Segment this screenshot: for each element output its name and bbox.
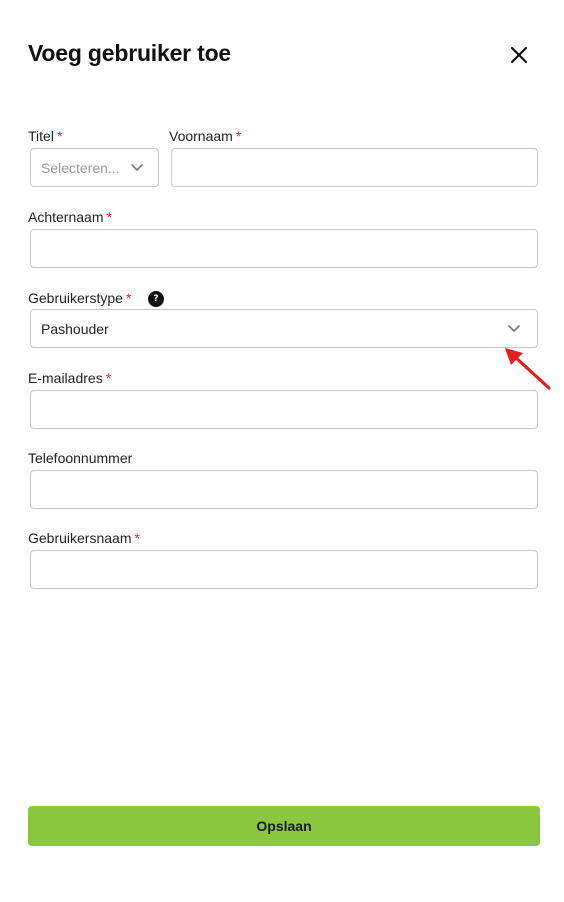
question-icon[interactable]: ? (148, 291, 164, 307)
gebruikerstype-label: Gebruikerstype * (28, 290, 131, 306)
voornaam-field-wrapper (171, 148, 538, 187)
emailadres-input[interactable] (31, 391, 537, 428)
emailadres-label-text: E-mailadres (28, 370, 103, 386)
gebruikersnaam-label-text: Gebruikersnaam (28, 530, 132, 546)
gebruikersnaam-field-wrapper (30, 550, 538, 589)
telefoonnummer-field-wrapper (30, 470, 538, 509)
gebruikerstype-select[interactable]: Pashouder (30, 309, 538, 348)
telefoonnummer-label: Telefoonnummer (28, 450, 132, 466)
chevron-down-icon (130, 162, 144, 174)
save-button[interactable]: Opslaan (28, 806, 540, 846)
gebruikerstype-select-value: Pashouder (41, 321, 109, 337)
close-icon (510, 46, 528, 64)
voornaam-label-text: Voornaam (169, 128, 233, 144)
titel-select[interactable]: Selecteren... (30, 148, 159, 187)
telefoonnummer-input[interactable] (31, 471, 537, 508)
required-marker: * (106, 209, 112, 225)
achternaam-label-text: Achternaam (28, 209, 104, 225)
titel-label: Titel * (28, 128, 62, 144)
emailadres-field-wrapper (30, 390, 538, 429)
voornaam-input[interactable] (172, 149, 537, 186)
voornaam-label: Voornaam * (169, 128, 241, 144)
chevron-down-icon (507, 323, 521, 335)
required-marker: * (105, 370, 112, 386)
achternaam-field-wrapper (30, 229, 538, 268)
gebruikersnaam-label: Gebruikersnaam * (28, 530, 140, 546)
achternaam-label: Achternaam * (28, 209, 112, 225)
emailadres-label: E-mailadres * (28, 370, 111, 386)
red-arrow-icon (505, 348, 551, 390)
gebruikerstype-label-text: Gebruikerstype (28, 290, 123, 306)
required-marker: * (134, 530, 140, 546)
titel-label-text: Titel (28, 128, 54, 144)
achternaam-input[interactable] (31, 230, 537, 267)
gebruikersnaam-input[interactable] (31, 551, 537, 588)
telefoonnummer-label-text: Telefoonnummer (28, 450, 133, 466)
required-marker: * (235, 128, 242, 144)
required-marker: * (125, 290, 132, 306)
close-button[interactable] (506, 42, 532, 68)
required-marker: * (56, 128, 63, 144)
titel-select-placeholder: Selecteren... (41, 160, 120, 176)
dialog-title: Voeg gebruiker toe (28, 40, 232, 66)
